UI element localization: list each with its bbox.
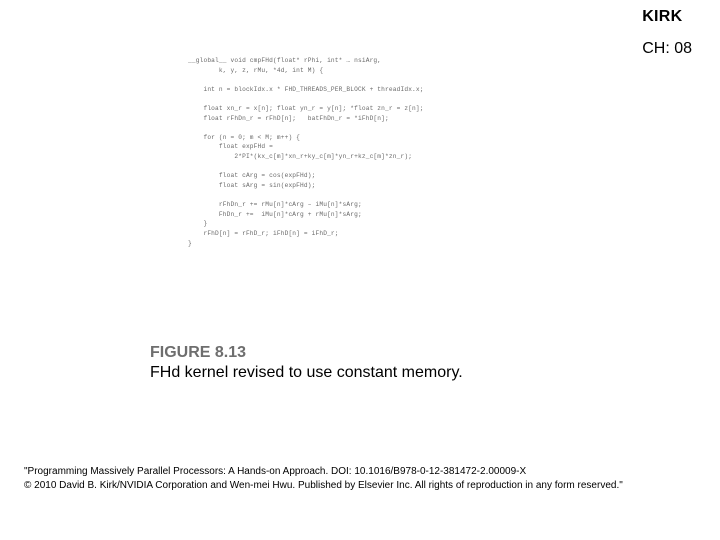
figure-caption-block: FIGURE 8.13 FHd kernel revised to use co…: [150, 344, 463, 382]
footer-line-1: "Programming Massively Parallel Processo…: [24, 465, 694, 479]
code-listing: __global__ void cmpFHd(float* rPhi, int*…: [188, 56, 568, 266]
footer-citation: "Programming Massively Parallel Processo…: [24, 465, 694, 492]
header-right: KIRK CH: 08: [642, 8, 692, 58]
book-abbr: KIRK: [642, 8, 692, 26]
figure-label: FIGURE 8.13: [150, 344, 463, 362]
footer-line-2: © 2010 David B. Kirk/NVIDIA Corporation …: [24, 479, 694, 493]
figure-caption: FHd kernel revised to use constant memor…: [150, 364, 463, 382]
chapter-label: CH: 08: [642, 40, 692, 58]
